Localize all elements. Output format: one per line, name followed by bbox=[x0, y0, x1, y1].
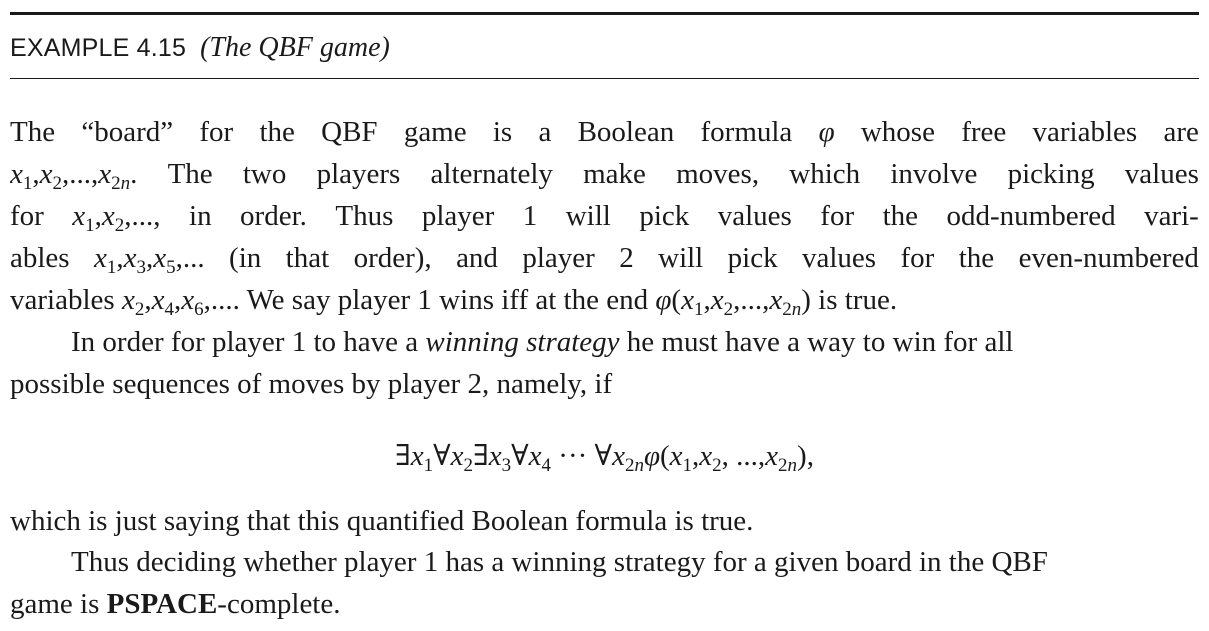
word: for bbox=[820, 200, 855, 232]
word: order. bbox=[240, 200, 307, 232]
word: (in bbox=[229, 242, 262, 274]
word: order), bbox=[353, 242, 432, 274]
p1-line-2: x1,x2,...,x2n. The two players alternate… bbox=[10, 153, 1199, 195]
word: game bbox=[403, 116, 467, 148]
word: moves, bbox=[676, 158, 760, 190]
word: involve bbox=[890, 158, 978, 190]
word: alternately bbox=[430, 158, 553, 190]
word: values bbox=[1124, 158, 1199, 190]
word: values bbox=[717, 200, 792, 232]
p4-prefix: game is bbox=[10, 588, 100, 620]
word: for bbox=[900, 242, 935, 274]
p1-line-5-text: variables x2,x4,x6,.... We say player 1 … bbox=[10, 284, 898, 320]
math-var-list: x1,x2,...,x2n. bbox=[10, 158, 138, 194]
word: Boolean bbox=[577, 116, 675, 148]
word: are bbox=[1163, 116, 1199, 148]
word: values bbox=[802, 242, 877, 274]
p1-line-3: for x1,x2,..., in order. Thus player 1 w… bbox=[10, 195, 1199, 237]
word: a bbox=[538, 116, 552, 148]
word: picking bbox=[1007, 158, 1095, 190]
example-label: EXAMPLE 4.15 bbox=[10, 34, 187, 62]
word: player bbox=[421, 200, 495, 232]
p1-line-1: The “board” for the QBF game is a Boolea… bbox=[10, 111, 1199, 153]
word: formula bbox=[700, 116, 793, 148]
word: the bbox=[259, 116, 295, 148]
p4-suffix: -complete. bbox=[217, 588, 341, 620]
word: vari- bbox=[1144, 200, 1199, 232]
p2-line-2-text: possible sequences of moves by player 2,… bbox=[10, 368, 613, 400]
word: odd-numbered bbox=[946, 200, 1116, 232]
word: that bbox=[285, 242, 330, 274]
word: “board” bbox=[81, 116, 174, 148]
word: player bbox=[522, 242, 595, 274]
word: the bbox=[882, 200, 919, 232]
p4-line-1: Thus deciding whether player 1 has a win… bbox=[10, 541, 1199, 583]
word: for bbox=[10, 200, 44, 232]
word: for bbox=[199, 116, 234, 148]
word: in bbox=[189, 200, 212, 232]
example-header: EXAMPLE 4.15 (The QBF game) bbox=[10, 28, 390, 68]
word: variables bbox=[1032, 116, 1138, 148]
word: which bbox=[789, 158, 861, 190]
word: two bbox=[242, 158, 287, 190]
word: φ bbox=[818, 116, 835, 148]
word: QBF bbox=[321, 116, 378, 148]
word: players bbox=[316, 158, 401, 190]
word: and bbox=[456, 242, 498, 274]
formula-text: ∃x1∀x2∃x3∀x4 ··· ∀x2nφ(x1,x2, ...,x2n), bbox=[395, 440, 814, 476]
display-formula: ∃x1∀x2∃x3∀x4 ··· ∀x2nφ(x1,x2, ...,x2n), bbox=[10, 435, 1199, 477]
p3-text: which is just saying that this quantifie… bbox=[10, 505, 754, 537]
word: 2 bbox=[619, 242, 634, 274]
word: is bbox=[492, 116, 513, 148]
header-rule bbox=[10, 78, 1199, 79]
word: pick bbox=[639, 200, 690, 232]
word: Thus bbox=[335, 200, 394, 232]
word: free bbox=[961, 116, 1007, 148]
word: make bbox=[583, 158, 646, 190]
example-title: (The QBF game) bbox=[200, 32, 390, 63]
word: The bbox=[10, 116, 56, 148]
word: the bbox=[958, 242, 995, 274]
p4-line-2: game is PSPACE-complete. bbox=[10, 583, 1199, 625]
word: The bbox=[167, 158, 213, 190]
p1-line-5: variables x2,x4,x6,.... We say player 1 … bbox=[10, 279, 1199, 321]
word: pick bbox=[727, 242, 778, 274]
p3-line-1: which is just saying that this quantifie… bbox=[10, 500, 1199, 542]
word: whose bbox=[860, 116, 935, 148]
math-var-list: x1,x3,x5,... bbox=[94, 242, 205, 278]
word: even-numbered bbox=[1018, 242, 1199, 274]
p1-line-4: ables x1,x3,x5,... (in that order), and … bbox=[10, 237, 1199, 279]
p2-line-1: In order for player 1 to have a winning … bbox=[10, 321, 1199, 363]
math-var-list: x1,x2,..., bbox=[72, 200, 161, 236]
word: 1 bbox=[522, 200, 538, 232]
p4-line-1-text: Thus deciding whether player 1 has a win… bbox=[71, 546, 1048, 578]
top-rule bbox=[10, 12, 1199, 15]
pspace-term: PSPACE bbox=[106, 588, 218, 620]
word: will bbox=[658, 242, 704, 274]
p2-line-1-text: In order for player 1 to have a winning … bbox=[71, 326, 1014, 358]
word: will bbox=[565, 200, 611, 232]
word: ables bbox=[10, 242, 70, 274]
p2-line-2: possible sequences of moves by player 2,… bbox=[10, 363, 1199, 405]
